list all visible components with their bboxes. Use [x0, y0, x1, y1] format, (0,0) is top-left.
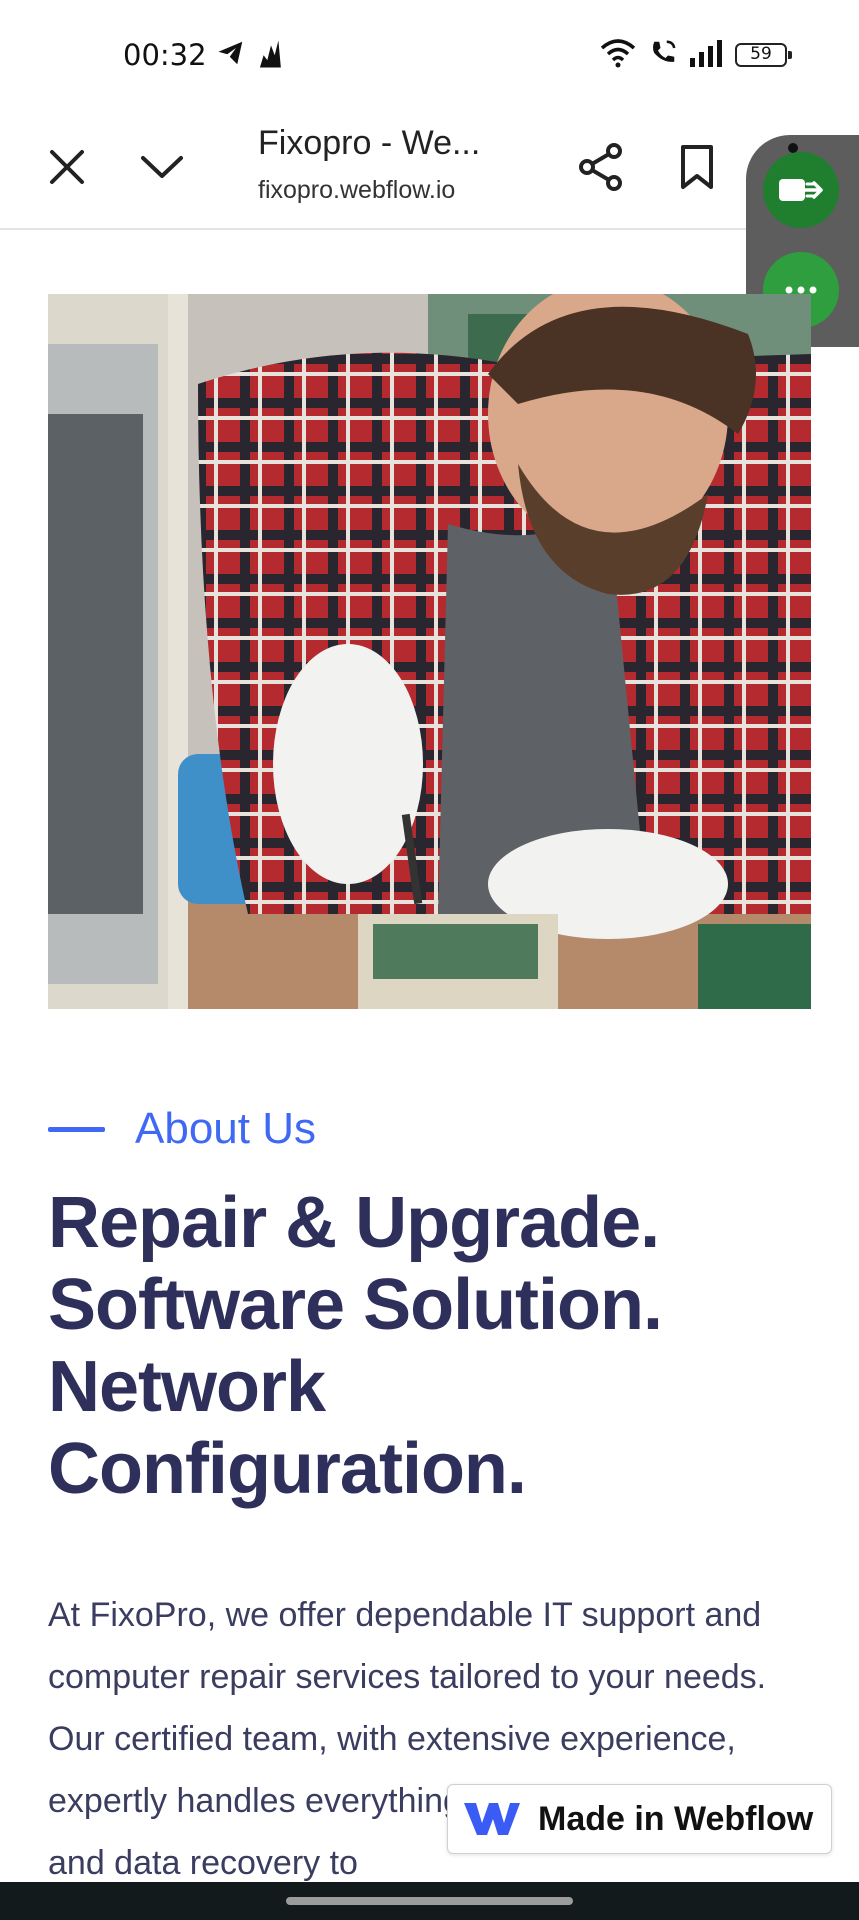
- share-button[interactable]: [566, 132, 636, 202]
- headline: Repair & Upgrade. Software Solution. Net…: [48, 1182, 828, 1510]
- system-nav-bar: [0, 1882, 859, 1920]
- bookmark-icon: [681, 145, 713, 189]
- page-url[interactable]: fixopro.webflow.io: [258, 176, 458, 205]
- switch-app-icon: [779, 179, 823, 201]
- headline-line: Configuration.: [48, 1429, 527, 1509]
- about-label: About Us: [135, 1104, 316, 1153]
- page-title[interactable]: Fixopro - We...: [258, 124, 480, 163]
- about-accent-line: [48, 1127, 105, 1132]
- status-time: 00:32: [123, 38, 207, 72]
- headline-line: Network: [48, 1347, 326, 1427]
- wifi-call-icon: [648, 38, 678, 73]
- browser-toolbar: Fixopro - We... fixopro.webflow.io: [0, 110, 859, 230]
- switch-app-button[interactable]: [763, 152, 839, 228]
- collapse-button[interactable]: [127, 132, 197, 202]
- cellular-signal-icon: [688, 38, 724, 73]
- telegram-icon: [216, 38, 246, 73]
- close-button[interactable]: [32, 132, 102, 202]
- hero-image: [48, 294, 811, 1009]
- share-icon: [579, 143, 622, 191]
- chevron-down-icon: [141, 156, 183, 178]
- webflow-logo-icon: [464, 1803, 520, 1835]
- headline-line: Software Solution.: [48, 1265, 663, 1345]
- close-icon: [50, 150, 84, 184]
- bookmark-button[interactable]: [662, 132, 732, 202]
- technician-photo-icon: [48, 294, 811, 1009]
- headline-line: Repair & Upgrade.: [48, 1183, 660, 1263]
- badge-text: Made in Webflow: [538, 1799, 814, 1838]
- made-in-webflow-badge[interactable]: Made in Webflow: [447, 1784, 832, 1854]
- signal-app-icon: [256, 38, 286, 75]
- status-bar: 00:32 59: [0, 0, 859, 110]
- battery-icon: 59: [735, 43, 792, 67]
- wifi-icon: [600, 38, 636, 73]
- home-gesture-handle[interactable]: [286, 1897, 573, 1905]
